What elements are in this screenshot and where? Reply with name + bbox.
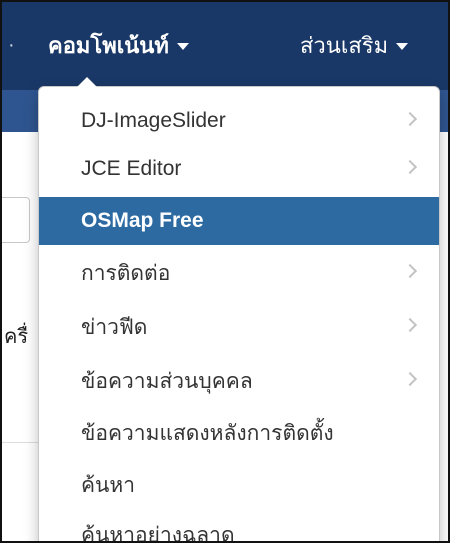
caret-down-icon <box>176 43 189 50</box>
menu-item-label: การติดต่อ <box>81 261 171 285</box>
menu-tab-components[interactable]: คอมโพเน้นท์ <box>48 28 189 63</box>
background-input-edge <box>2 197 30 243</box>
menu-item-label: OSMap Free <box>81 209 204 232</box>
menu-item-smart-search[interactable]: ค้นหาอย่างฉลาด <box>39 511 439 543</box>
screenshot-frame: · คอมโพเน้นท์ ส่วนเสริม ครื่ DJ-ImageSli… <box>0 0 450 543</box>
menu-item-post-install-messages[interactable]: ข้อความแสดงหลังการติดตั้ง <box>39 409 439 457</box>
chevron-right-icon <box>402 371 418 387</box>
menu-item-label: ข่าวฟีด <box>81 315 148 339</box>
menu-item-search[interactable]: ค้นหา <box>39 461 439 509</box>
menu-tab-extensions[interactable]: ส่วนเสริม <box>300 28 409 63</box>
menu-item-osmap-free[interactable]: OSMap Free <box>39 197 439 245</box>
menu-item-label: ข้อความแสดงหลังการติดตั้ง <box>81 421 334 445</box>
top-menubar: · คอมโพเน้นท์ ส่วนเสริม <box>2 2 448 90</box>
chevron-right-icon <box>402 263 418 279</box>
chevron-right-icon <box>402 317 418 333</box>
menu-item-label: ค้นหาอย่างฉลาด <box>81 523 235 543</box>
components-dropdown-menu: DJ-ImageSlider JCE Editor OSMap Free การ… <box>38 77 440 543</box>
menu-item-label: JCE Editor <box>81 157 182 180</box>
chevron-right-icon <box>402 159 418 175</box>
caret-down-icon <box>396 43 409 50</box>
menu-item-private-messages[interactable]: ข้อความส่วนบุคคล <box>39 357 439 405</box>
menu-item-contacts[interactable]: การติดต่อ <box>39 249 439 297</box>
menu-item-dj-imageslider[interactable]: DJ-ImageSlider <box>39 97 439 145</box>
chevron-right-icon <box>402 111 418 127</box>
menu-tab-components-label: คอมโพเน้นท์ <box>48 33 169 58</box>
menu-item-label: ค้นหา <box>81 473 136 497</box>
menu-item-label: ข้อความส่วนบุคคล <box>81 369 253 393</box>
menu-tab-extensions-label: ส่วนเสริม <box>300 33 389 58</box>
menu-item-label: DJ-ImageSlider <box>81 109 226 132</box>
menu-item-news-feeds[interactable]: ข่าวฟีด <box>39 303 439 351</box>
menu-separator: · <box>8 34 15 56</box>
background-divider <box>2 442 38 443</box>
menu-item-jce-editor[interactable]: JCE Editor <box>39 145 439 193</box>
background-text-fragment: ครื่ <box>4 326 29 348</box>
